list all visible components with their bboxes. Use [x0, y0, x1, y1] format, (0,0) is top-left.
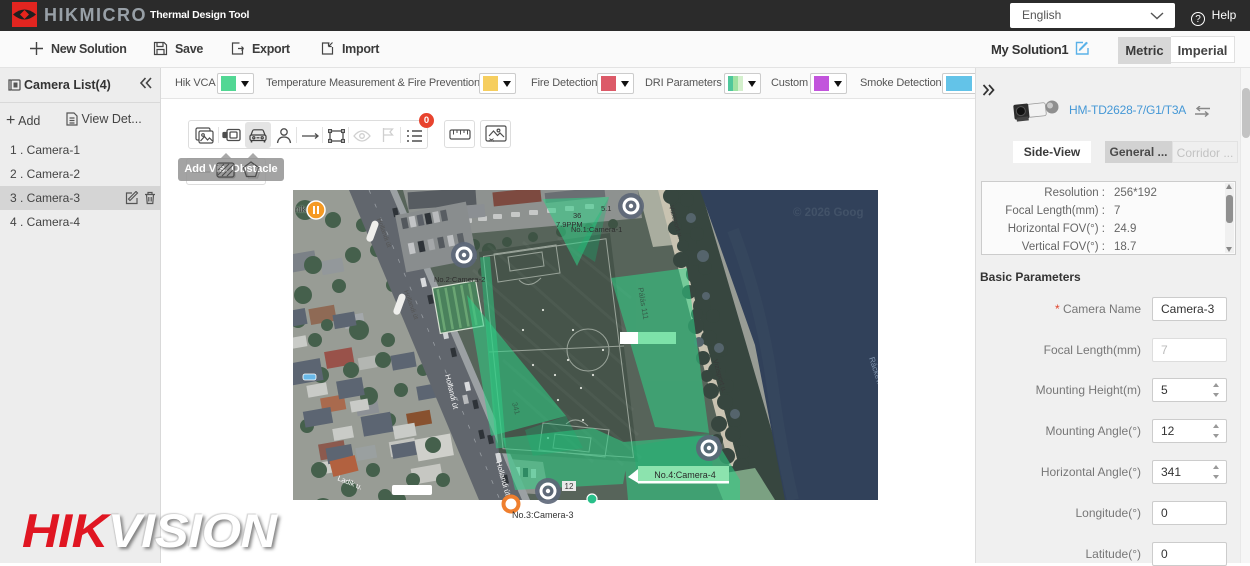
svg-text:36: 36 [573, 211, 581, 220]
svg-text:No.3:Camera-3: No.3:Camera-3 [512, 510, 574, 520]
svg-text:© 2026 Goog: © 2026 Goog [793, 207, 863, 219]
svg-text:5.1: 5.1 [601, 204, 611, 213]
svg-text:No.2:Camera-2: No.2:Camera-2 [434, 275, 485, 284]
svg-text:7.9PPM: 7.9PPM [556, 220, 583, 229]
svg-text:12: 12 [565, 482, 574, 491]
svg-text:No.4:Camera-4: No.4:Camera-4 [654, 470, 716, 480]
